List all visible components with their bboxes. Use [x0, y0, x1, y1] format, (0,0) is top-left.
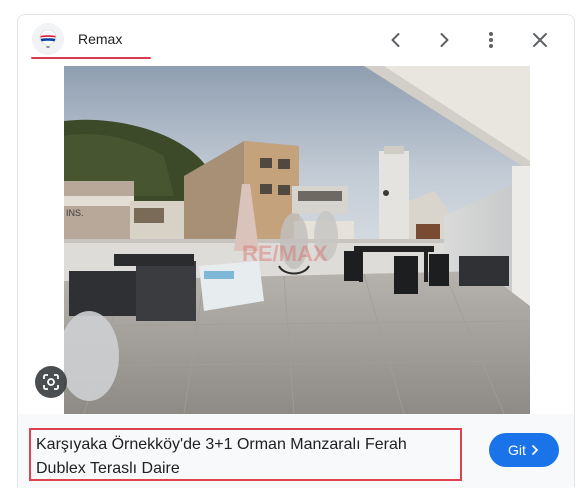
source-link[interactable]: Remax	[32, 23, 122, 55]
next-button[interactable]	[429, 25, 459, 55]
result-title-link[interactable]: Karşıyaka Örnekköy'de 3+1 Orman Manzaral…	[36, 433, 456, 481]
source-highlight-underline	[31, 57, 151, 59]
chevron-left-icon	[391, 33, 400, 47]
remax-balloon-icon	[32, 23, 64, 55]
image-preview-panel: Remax RE/MAX INS. Karşıyaka Örnekköy'de …	[17, 14, 575, 488]
result-footer: Karşıyaka Örnekköy'de 3+1 Orman Manzaral…	[18, 414, 574, 488]
title-highlight-box: Karşıyaka Örnekköy'de 3+1 Orman Manzaral…	[29, 428, 462, 481]
building-sign-text: INS.	[66, 208, 84, 218]
close-icon	[533, 33, 547, 47]
lens-search-icon	[43, 374, 59, 390]
visit-button-label: Git	[508, 442, 526, 458]
rooftop-terrace-photo: RE/MAX INS.	[64, 66, 530, 414]
visit-button[interactable]: Git	[489, 433, 559, 467]
previous-button[interactable]	[381, 25, 411, 55]
chevron-right-icon	[440, 33, 449, 47]
close-button[interactable]	[525, 25, 555, 55]
source-name: Remax	[78, 31, 123, 47]
more-vert-icon	[489, 32, 493, 48]
more-options-button[interactable]	[476, 25, 506, 55]
preview-image[interactable]: RE/MAX INS.	[64, 66, 530, 414]
watermark-text: RE/MAX	[242, 241, 328, 266]
panel-header: Remax	[18, 15, 574, 67]
chevron-right-icon	[532, 445, 538, 455]
lens-search-button[interactable]	[35, 366, 67, 398]
